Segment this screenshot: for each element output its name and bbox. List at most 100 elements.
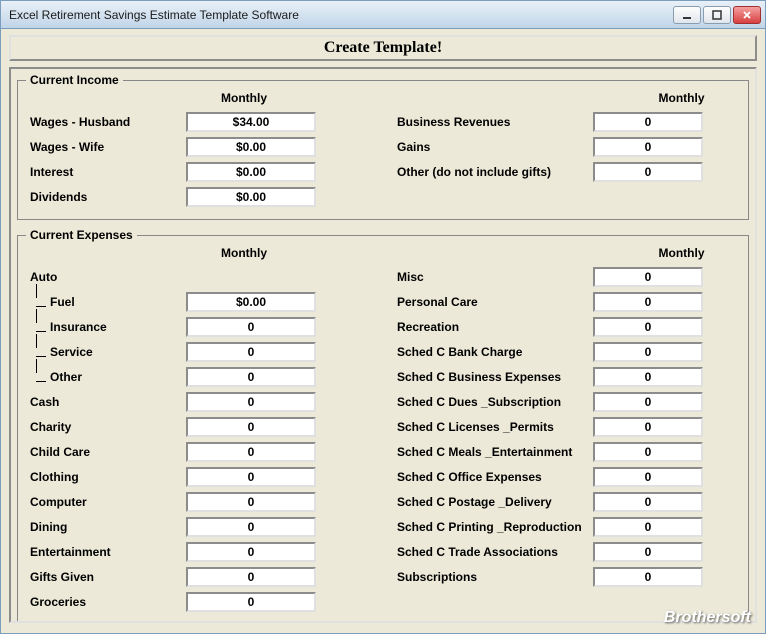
expenses-row: Recreation bbox=[393, 316, 740, 338]
expenses-legend: Current Expenses bbox=[26, 228, 137, 242]
expenses-input[interactable] bbox=[186, 417, 316, 437]
expenses-sublabel-text: Service bbox=[50, 345, 93, 359]
expenses-label: Misc bbox=[393, 270, 593, 284]
income-label: Wages - Husband bbox=[26, 115, 186, 129]
income-label: Gains bbox=[393, 140, 593, 154]
expenses-left-col: Monthly AutoFuelInsuranceServiceOtherCas… bbox=[26, 246, 373, 616]
expenses-row: Sched C Printing _Reproduction bbox=[393, 516, 740, 538]
expenses-input[interactable] bbox=[186, 442, 316, 462]
income-label: Wages - Wife bbox=[26, 140, 186, 154]
income-input[interactable] bbox=[186, 187, 316, 207]
expenses-input[interactable] bbox=[186, 492, 316, 512]
income-input[interactable] bbox=[593, 137, 703, 157]
expenses-input[interactable] bbox=[593, 542, 703, 562]
minimize-button[interactable] bbox=[673, 6, 701, 24]
expenses-row: Cash bbox=[26, 391, 373, 413]
expenses-label: Recreation bbox=[393, 320, 593, 334]
expenses-sublabel-text: Insurance bbox=[50, 320, 107, 334]
expenses-input[interactable] bbox=[186, 517, 316, 537]
expenses-row: Subscriptions bbox=[393, 566, 740, 588]
expenses-input[interactable] bbox=[186, 592, 316, 612]
expenses-row: Clothing bbox=[26, 466, 373, 488]
expenses-input[interactable] bbox=[593, 342, 703, 362]
expenses-input[interactable] bbox=[186, 342, 316, 362]
content-area: Create Template! Current Income Monthly … bbox=[1, 29, 765, 633]
income-input[interactable] bbox=[593, 112, 703, 132]
expenses-input[interactable] bbox=[593, 467, 703, 487]
expenses-input[interactable] bbox=[593, 417, 703, 437]
income-row: Business Revenues bbox=[393, 111, 740, 133]
expenses-label: Other bbox=[26, 370, 186, 384]
expenses-label: Auto bbox=[26, 270, 186, 284]
expenses-input[interactable] bbox=[593, 317, 703, 337]
expenses-label: Personal Care bbox=[393, 295, 593, 309]
expenses-row: Dining bbox=[26, 516, 373, 538]
income-left-col: Monthly Wages - Husband Wages - Wife Inter… bbox=[26, 91, 373, 211]
expenses-label: Gifts Given bbox=[26, 570, 186, 584]
expenses-label: Sched C Meals _Entertainment bbox=[393, 445, 593, 459]
expenses-row: Sched C Postage _Delivery bbox=[393, 491, 740, 513]
expenses-input[interactable] bbox=[593, 442, 703, 462]
expenses-label: Charity bbox=[26, 420, 186, 434]
expenses-input[interactable] bbox=[593, 492, 703, 512]
expenses-row: Sched C Dues _Subscription bbox=[393, 391, 740, 413]
expenses-label: Subscriptions bbox=[393, 570, 593, 584]
expenses-row: Insurance bbox=[26, 316, 373, 338]
expenses-input[interactable] bbox=[593, 567, 703, 587]
expenses-input[interactable] bbox=[186, 542, 316, 562]
income-monthly-header-left: Monthly bbox=[26, 91, 373, 105]
expenses-label: Insurance bbox=[26, 320, 186, 334]
close-icon bbox=[742, 10, 752, 20]
expenses-label: Computer bbox=[26, 495, 186, 509]
expenses-row: Entertainment bbox=[26, 541, 373, 563]
income-label: Business Revenues bbox=[393, 115, 593, 129]
income-input[interactable] bbox=[186, 162, 316, 182]
expenses-label: Groceries bbox=[26, 595, 186, 609]
expenses-row: Misc bbox=[393, 266, 740, 288]
expenses-label: Sched C Bank Charge bbox=[393, 345, 593, 359]
income-input[interactable] bbox=[186, 112, 316, 132]
income-label: Other (do not include gifts) bbox=[393, 165, 593, 179]
minimize-icon bbox=[682, 10, 692, 20]
close-button[interactable] bbox=[733, 6, 761, 24]
expenses-label: Clothing bbox=[26, 470, 186, 484]
expenses-input[interactable] bbox=[593, 517, 703, 537]
income-label: Dividends bbox=[26, 190, 186, 204]
expenses-row: Sched C Trade Associations bbox=[393, 541, 740, 563]
expenses-label: Entertainment bbox=[26, 545, 186, 559]
expenses-input[interactable] bbox=[593, 292, 703, 312]
income-row: Interest bbox=[26, 161, 373, 183]
titlebar: Excel Retirement Savings Estimate Templa… bbox=[1, 1, 765, 29]
income-row: Wages - Wife bbox=[26, 136, 373, 158]
current-expenses-group: Current Expenses Monthly AutoFuelInsuran… bbox=[17, 228, 749, 623]
expenses-row: Sched C Meals _Entertainment bbox=[393, 441, 740, 463]
income-input[interactable] bbox=[593, 162, 703, 182]
maximize-icon bbox=[712, 10, 722, 20]
expenses-label: Child Care bbox=[26, 445, 186, 459]
expenses-row: Sched C Office Expenses bbox=[393, 466, 740, 488]
income-right-col: Monthly Business RevenuesGainsOther (do … bbox=[393, 91, 740, 211]
expenses-label: Sched C Licenses _Permits bbox=[393, 420, 593, 434]
expenses-row: Child Care bbox=[26, 441, 373, 463]
expenses-monthly-header-left: Monthly bbox=[26, 246, 373, 260]
expenses-input[interactable] bbox=[593, 392, 703, 412]
expenses-input[interactable] bbox=[593, 267, 703, 287]
expenses-input[interactable] bbox=[186, 292, 316, 312]
form-scroll-area[interactable]: Current Income Monthly Wages - HusbandWa… bbox=[9, 67, 757, 623]
expenses-input[interactable] bbox=[186, 567, 316, 587]
create-template-button[interactable]: Create Template! bbox=[9, 35, 757, 61]
expenses-row: Personal Care bbox=[393, 291, 740, 313]
income-row: Dividends bbox=[26, 186, 373, 208]
expenses-input[interactable] bbox=[186, 367, 316, 387]
expenses-row: Computer bbox=[26, 491, 373, 513]
expenses-input[interactable] bbox=[593, 367, 703, 387]
expenses-input[interactable] bbox=[186, 317, 316, 337]
expenses-row: Other bbox=[26, 366, 373, 388]
expenses-monthly-header-right: Monthly bbox=[393, 246, 740, 260]
expenses-input[interactable] bbox=[186, 467, 316, 487]
expenses-label: Sched C Printing _Reproduction bbox=[393, 520, 593, 534]
expenses-input[interactable] bbox=[186, 392, 316, 412]
expenses-row: Charity bbox=[26, 416, 373, 438]
maximize-button[interactable] bbox=[703, 6, 731, 24]
income-input[interactable] bbox=[186, 137, 316, 157]
